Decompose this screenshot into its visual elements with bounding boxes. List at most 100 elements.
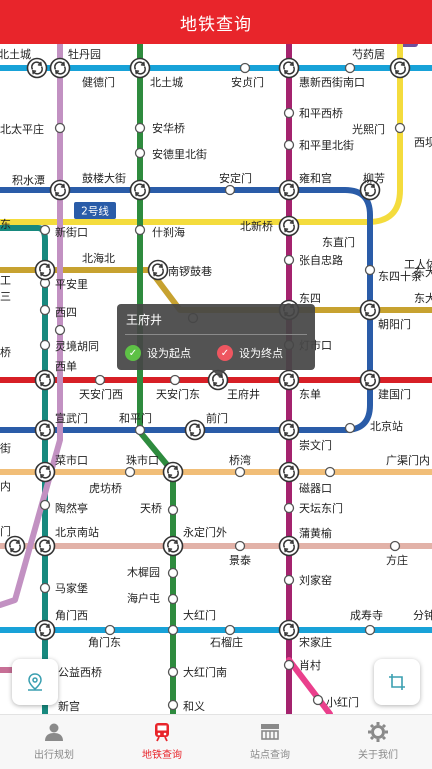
set-end-button[interactable]: ✓ 设为终点 [217, 344, 283, 362]
nav-label: 关于我们 [358, 750, 398, 761]
station-label[interactable]: 天坛东门 [299, 501, 343, 515]
nav-label: 站点查询 [250, 750, 290, 761]
bottom-nav: 出行规划 地铁查询 站点查询 关于我们 [0, 714, 432, 769]
station-label[interactable]: 安定门 [219, 171, 252, 185]
station-label[interactable]: 西四 [55, 306, 77, 319]
station-label[interactable]: 门 [0, 524, 11, 538]
train-icon [155, 723, 169, 742]
station-label[interactable]: 西坝 [414, 135, 432, 149]
station-label[interactable]: 东单 [299, 388, 321, 401]
popup-divider [125, 334, 307, 335]
station-label[interactable]: 菜市口 [55, 453, 88, 467]
station-label[interactable]: 天安门西 [79, 387, 123, 401]
station-label[interactable]: 和平门 [119, 411, 152, 425]
station-label[interactable]: 肖村 [299, 658, 321, 672]
station-label[interactable]: 角门东 [88, 635, 121, 649]
station-label[interactable]: 桥 [0, 346, 11, 359]
station-label[interactable]: 安德里北街 [152, 147, 207, 161]
crop-button[interactable] [374, 659, 420, 705]
station-label[interactable]: 方庄 [386, 553, 408, 567]
station-label[interactable]: 石榴庄 [210, 635, 243, 649]
station-label[interactable]: 北土城 [150, 76, 183, 89]
popup-station-name: 王府井 [126, 313, 163, 327]
station-label[interactable]: 建国门 [378, 387, 411, 401]
station-label[interactable]: 大红门 [183, 608, 216, 622]
station-label[interactable]: 大红门南 [183, 665, 227, 679]
station-label[interactable]: 光熙门 [352, 122, 385, 136]
station-label[interactable]: 永定门外 [183, 525, 227, 539]
station-label[interactable]: 天桥 [140, 502, 162, 515]
location-pin-icon [28, 673, 42, 691]
nav-subway-query[interactable]: 地铁查询 [108, 715, 216, 769]
station-label[interactable]: 新宫 [58, 699, 80, 713]
station-label[interactable]: 宋家庄 [299, 635, 332, 649]
station-label[interactable]: 木樨园 [127, 565, 160, 579]
station-label[interactable]: 磁器口 [299, 482, 332, 495]
station-label[interactable]: 鼓楼大街 [82, 171, 126, 185]
nav-route-planning[interactable]: 出行规划 [0, 715, 108, 769]
station-label[interactable]: 北新桥 [240, 219, 273, 233]
set-start-button[interactable]: ✓ 设为起点 [125, 344, 191, 362]
nav-station-query[interactable]: 站点查询 [216, 715, 324, 769]
station-label[interactable]: 崇文门 [299, 438, 332, 452]
station-label[interactable]: 公益西桥 [58, 665, 102, 679]
check-icon: ✓ [217, 345, 233, 361]
nav-label: 出行规划 [34, 750, 74, 761]
station-label[interactable]: 分钟 [413, 608, 432, 622]
station-label[interactable]: 角门西 [55, 608, 88, 622]
station-label[interactable]: 街 [0, 441, 11, 455]
station-label[interactable]: 天安门东 [156, 387, 200, 401]
station-label[interactable]: 成寿寺 [350, 608, 383, 622]
station-label[interactable]: 健德门 [82, 75, 115, 89]
station-label[interactable]: 蒲黄榆 [299, 526, 332, 540]
station-label[interactable]: 三 [0, 290, 11, 303]
station-label[interactable]: 安华桥 [152, 121, 185, 135]
station-label[interactable]: 和平西桥 [299, 107, 343, 120]
station-label[interactable]: 小红门 [326, 695, 359, 709]
station-label[interactable]: 宣武门 [55, 411, 88, 425]
station-label[interactable]: 什刹海 [152, 225, 185, 239]
station-label[interactable]: 虎坊桥 [89, 481, 122, 495]
subway-map[interactable]: 2号线 北土城 牡丹园 芍药居 健德门 北土城 安贞门 惠新西街南口 北太平庄 安华桥 和平西桥光… [0, 44, 432, 714]
station-label[interactable]: 南锣鼓巷 [168, 264, 212, 278]
station-label[interactable]: 东大桥 [414, 265, 432, 279]
station-label[interactable]: 刘家窑 [299, 573, 332, 587]
station-label[interactable]: 灵境胡同 [55, 339, 99, 353]
nav-about-us[interactable]: 关于我们 [324, 715, 432, 769]
station-label[interactable]: 雍和宫 [299, 171, 332, 185]
locate-button[interactable] [12, 659, 58, 705]
station-label[interactable]: 和义 [183, 700, 205, 713]
page-title: 地铁查询 [180, 14, 252, 35]
station-label[interactable]: 工 [0, 274, 11, 287]
station-label[interactable]: 朝阳门 [378, 317, 411, 331]
station-label[interactable]: 平安里 [55, 277, 88, 291]
station-label[interactable]: 陶然亭 [55, 501, 88, 515]
station-label[interactable]: 牡丹园 [68, 47, 101, 61]
station-label[interactable]: 王府井 [227, 387, 260, 401]
station-label[interactable]: 北土城 [0, 48, 31, 61]
station-label[interactable]: 景泰 [229, 553, 251, 567]
station-label[interactable]: 东直门 [322, 235, 355, 249]
station-label[interactable]: 海户屯 [127, 591, 160, 605]
station-label[interactable]: 北京南站 [55, 525, 99, 539]
station-label[interactable]: 珠市口 [126, 453, 159, 467]
station-label[interactable]: 柳芳 [363, 171, 385, 185]
station-label[interactable]: 广渠门内 [386, 453, 430, 467]
station-label[interactable]: 和平里北街 [299, 138, 354, 152]
station-label[interactable]: 桥湾 [229, 453, 251, 467]
station-label[interactable]: 东 [0, 218, 11, 231]
station-label[interactable]: 北京站 [370, 419, 403, 433]
station-label[interactable]: 前门 [206, 411, 228, 425]
station-label[interactable]: 芍药居 [352, 48, 385, 61]
station-label[interactable]: 西单 [55, 360, 77, 373]
station-label[interactable]: 内 [0, 479, 11, 493]
station-label[interactable]: 积水潭 [12, 174, 45, 187]
station-label[interactable]: 马家堡 [55, 581, 88, 595]
station-label[interactable]: 东大 [414, 291, 432, 305]
station-label[interactable]: 北太平庄 [0, 122, 44, 136]
station-label[interactable]: 惠新西街南口 [299, 75, 365, 89]
station-label[interactable]: 张自忠路 [299, 254, 343, 267]
station-label[interactable]: 安贞门 [231, 75, 264, 89]
station-label[interactable]: 新街口 [55, 225, 88, 239]
station-label[interactable]: 北海北 [82, 251, 115, 265]
